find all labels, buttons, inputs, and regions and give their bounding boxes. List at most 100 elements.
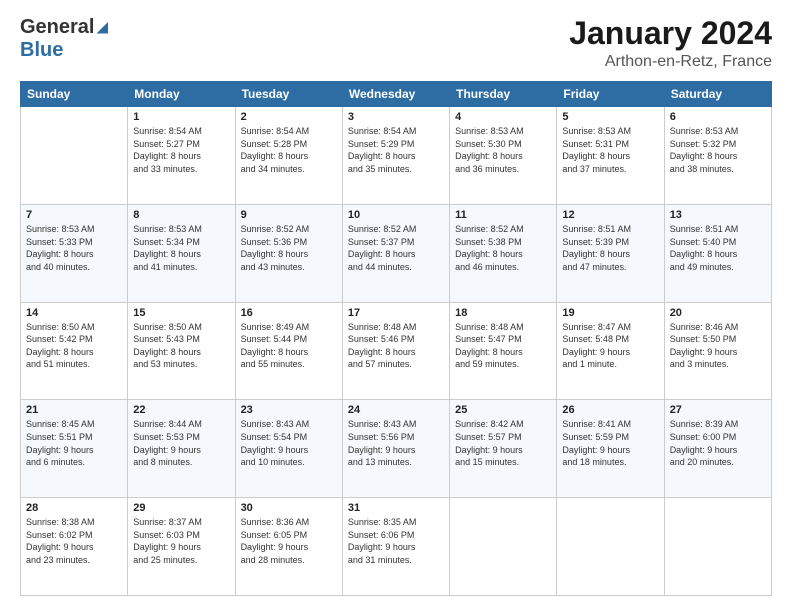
day-number: 23 [241,404,337,416]
logo-general: General [20,16,94,39]
calendar-day-4: 4 Sunrise: 8:53 AM Sunset: 5:30 PM Daylig… [450,107,557,205]
calendar-day-3: 3 Sunrise: 8:54 AM Sunset: 5:29 PM Daylig… [342,107,449,205]
calendar-day-13: 13 Sunrise: 8:51 AM Sunset: 5:40 PM Dayli… [664,204,771,302]
day-number: 25 [455,404,551,416]
day-number: 28 [26,502,122,514]
day-number: 21 [26,404,122,416]
day-number: 11 [455,209,551,221]
weekday-header-saturday: Saturday [664,82,771,107]
day-number: 27 [670,404,766,416]
calendar-day-14: 14Sunrise: 8:50 AM Sunset: 5:42 PM Dayli… [21,302,128,400]
day-info: Sunrise: 8:54 AM Sunset: 5:27 PM Dayligh… [133,125,229,175]
day-number: 30 [241,502,337,514]
day-number: 6 [670,111,766,123]
day-info: Sunrise: 8:48 AM Sunset: 5:46 PM Dayligh… [348,321,444,371]
calendar-day-6: 6 Sunrise: 8:53 AM Sunset: 5:32 PM Daylig… [664,107,771,205]
day-number: 1 [133,111,229,123]
calendar-day-31: 31 Sunrise: 8:35 AM Sunset: 6:06 PM Dayli… [342,498,449,596]
day-info: Sunrise: 8:44 AM Sunset: 5:53 PM Dayligh… [133,418,229,468]
day-info: Sunrise: 8:48 AM Sunset: 5:47 PM Dayligh… [455,321,551,371]
day-number: 13 [670,209,766,221]
day-number: 22 [133,404,229,416]
calendar-week-row: 1 Sunrise: 8:54 AM Sunset: 5:27 PM Daylig… [21,107,772,205]
day-info: Sunrise: 8:53 AM Sunset: 5:34 PM Dayligh… [133,223,229,273]
day-info: Sunrise: 8:54 AM Sunset: 5:29 PM Dayligh… [348,125,444,175]
day-info: Sunrise: 8:53 AM Sunset: 5:30 PM Dayligh… [455,125,551,175]
calendar-day-25: 25Sunrise: 8:42 AM Sunset: 5:57 PM Dayli… [450,400,557,498]
main-title: January 2024 [569,16,772,51]
day-info: Sunrise: 8:49 AM Sunset: 5:44 PM Dayligh… [241,321,337,371]
day-info: Sunrise: 8:52 AM Sunset: 5:37 PM Dayligh… [348,223,444,273]
calendar-day-23: 23Sunrise: 8:43 AM Sunset: 5:54 PM Dayli… [235,400,342,498]
calendar-week-row: 7Sunrise: 8:53 AM Sunset: 5:33 PM Daylig… [21,204,772,302]
day-info: Sunrise: 8:36 AM Sunset: 6:05 PM Dayligh… [241,516,337,566]
logo-triangle-icon [96,22,108,34]
day-info: Sunrise: 8:51 AM Sunset: 5:40 PM Dayligh… [670,223,766,273]
day-info: Sunrise: 8:35 AM Sunset: 6:06 PM Dayligh… [348,516,444,566]
day-info: Sunrise: 8:50 AM Sunset: 5:42 PM Dayligh… [26,321,122,371]
title-block: January 2024 Arthon-en-Retz, France [569,16,772,71]
calendar-day-7: 7Sunrise: 8:53 AM Sunset: 5:33 PM Daylig… [21,204,128,302]
weekday-header-sunday: Sunday [21,82,128,107]
day-info: Sunrise: 8:38 AM Sunset: 6:02 PM Dayligh… [26,516,122,566]
weekday-header-wednesday: Wednesday [342,82,449,107]
day-number: 8 [133,209,229,221]
calendar-day-15: 15 Sunrise: 8:50 AM Sunset: 5:43 PM Dayli… [128,302,235,400]
day-number: 16 [241,307,337,319]
calendar-day-21: 21 Sunrise: 8:45 AM Sunset: 5:51 PM Dayli… [21,400,128,498]
calendar-week-row: 21 Sunrise: 8:45 AM Sunset: 5:51 PM Dayli… [21,400,772,498]
weekday-header-row: SundayMondayTuesdayWednesdayThursdayFrid… [21,82,772,107]
calendar-day-27: 27Sunrise: 8:39 AM Sunset: 6:00 PM Dayli… [664,400,771,498]
day-number: 5 [562,111,658,123]
calendar-day-12: 12 Sunrise: 8:51 AM Sunset: 5:39 PM Dayli… [557,204,664,302]
calendar-day-2: 2 Sunrise: 8:54 AM Sunset: 5:28 PM Daylig… [235,107,342,205]
day-info: Sunrise: 8:53 AM Sunset: 5:33 PM Dayligh… [26,223,122,273]
day-info: Sunrise: 8:50 AM Sunset: 5:43 PM Dayligh… [133,321,229,371]
logo-wrapper: General [20,16,108,39]
page: General Blue January 2024 Arthon-en-Retz… [0,0,792,612]
day-info: Sunrise: 8:53 AM Sunset: 5:32 PM Dayligh… [670,125,766,175]
day-info: Sunrise: 8:37 AM Sunset: 6:03 PM Dayligh… [133,516,229,566]
day-number: 19 [562,307,658,319]
calendar-empty-cell [557,498,664,596]
calendar-day-22: 22 Sunrise: 8:44 AM Sunset: 5:53 PM Dayli… [128,400,235,498]
calendar-day-20: 20Sunrise: 8:46 AM Sunset: 5:50 PM Dayli… [664,302,771,400]
day-info: Sunrise: 8:52 AM Sunset: 5:36 PM Dayligh… [241,223,337,273]
day-number: 3 [348,111,444,123]
day-info: Sunrise: 8:45 AM Sunset: 5:51 PM Dayligh… [26,418,122,468]
calendar-day-17: 17Sunrise: 8:48 AM Sunset: 5:46 PM Dayli… [342,302,449,400]
day-info: Sunrise: 8:47 AM Sunset: 5:48 PM Dayligh… [562,321,658,371]
day-number: 2 [241,111,337,123]
calendar-day-9: 9Sunrise: 8:52 AM Sunset: 5:36 PM Daylig… [235,204,342,302]
day-info: Sunrise: 8:53 AM Sunset: 5:31 PM Dayligh… [562,125,658,175]
calendar-day-16: 16 Sunrise: 8:49 AM Sunset: 5:44 PM Dayli… [235,302,342,400]
calendar-week-row: 28 Sunrise: 8:38 AM Sunset: 6:02 PM Dayli… [21,498,772,596]
day-info: Sunrise: 8:41 AM Sunset: 5:59 PM Dayligh… [562,418,658,468]
weekday-header-friday: Friday [557,82,664,107]
day-number: 10 [348,209,444,221]
weekday-header-monday: Monday [128,82,235,107]
calendar-day-28: 28 Sunrise: 8:38 AM Sunset: 6:02 PM Dayli… [21,498,128,596]
header: General Blue January 2024 Arthon-en-Retz… [20,16,772,71]
day-info: Sunrise: 8:52 AM Sunset: 5:38 PM Dayligh… [455,223,551,273]
calendar-week-row: 14Sunrise: 8:50 AM Sunset: 5:42 PM Dayli… [21,302,772,400]
day-number: 31 [348,502,444,514]
calendar-day-26: 26 Sunrise: 8:41 AM Sunset: 5:59 PM Dayli… [557,400,664,498]
day-number: 12 [562,209,658,221]
day-number: 29 [133,502,229,514]
day-number: 15 [133,307,229,319]
day-info: Sunrise: 8:51 AM Sunset: 5:39 PM Dayligh… [562,223,658,273]
day-info: Sunrise: 8:54 AM Sunset: 5:28 PM Dayligh… [241,125,337,175]
calendar-day-8: 8 Sunrise: 8:53 AM Sunset: 5:34 PM Daylig… [128,204,235,302]
calendar: SundayMondayTuesdayWednesdayThursdayFrid… [20,81,772,596]
day-number: 26 [562,404,658,416]
weekday-header-tuesday: Tuesday [235,82,342,107]
calendar-day-30: 30 Sunrise: 8:36 AM Sunset: 6:05 PM Dayli… [235,498,342,596]
calendar-empty-cell [664,498,771,596]
calendar-empty-cell [21,107,128,205]
calendar-day-10: 10 Sunrise: 8:52 AM Sunset: 5:37 PM Dayli… [342,204,449,302]
day-number: 24 [348,404,444,416]
day-number: 4 [455,111,551,123]
calendar-day-19: 19 Sunrise: 8:47 AM Sunset: 5:48 PM Dayli… [557,302,664,400]
weekday-header-thursday: Thursday [450,82,557,107]
